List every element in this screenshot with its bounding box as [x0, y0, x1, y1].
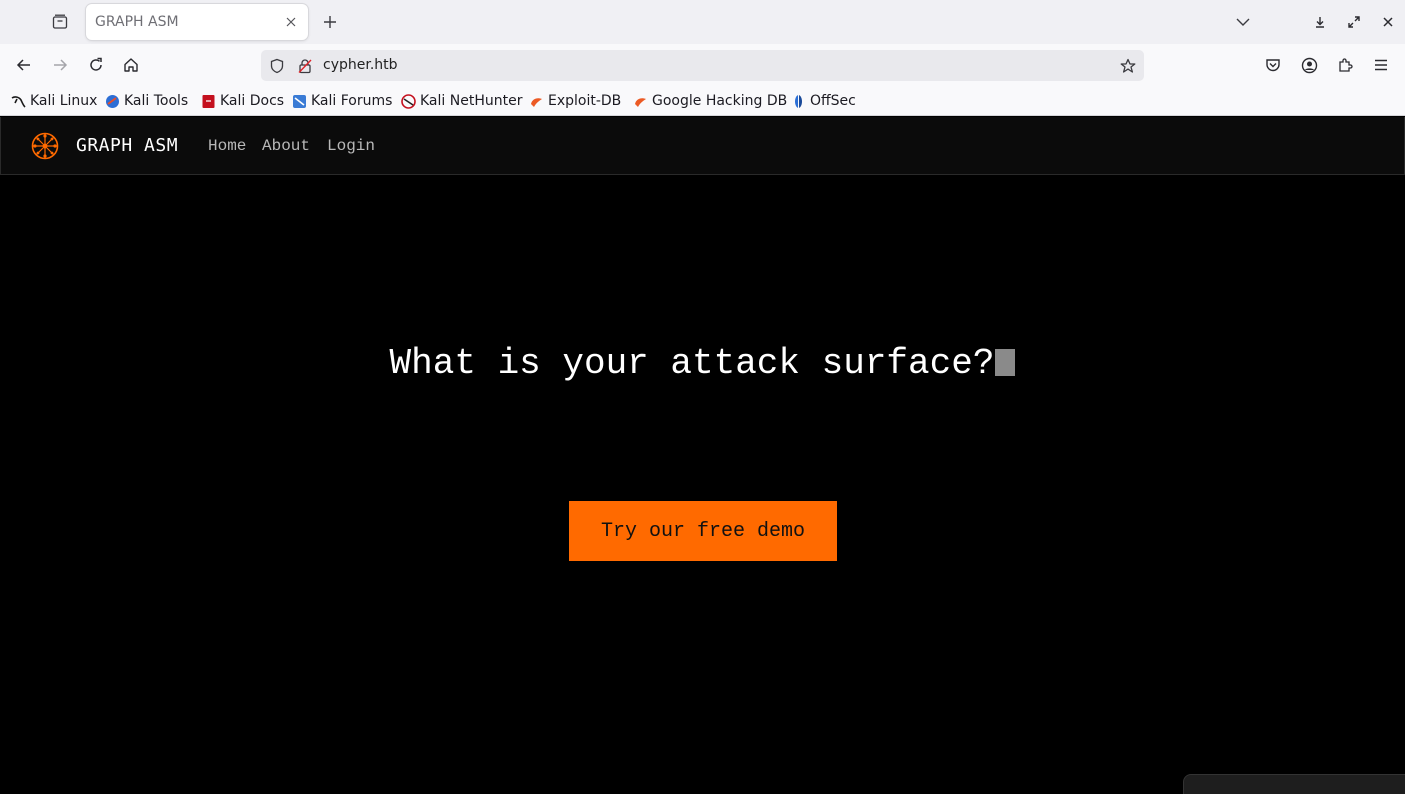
- bookmarks-toolbar: Kali Linux Kali Tools Kali Docs Kali For…: [0, 86, 1405, 116]
- extensions-icon[interactable]: [1333, 53, 1357, 77]
- active-tab[interactable]: GRAPH ASM: [86, 4, 308, 40]
- bookmark-kali-nethunter[interactable]: Kali NetHunter: [401, 91, 522, 111]
- free-demo-button[interactable]: Try our free demo: [569, 501, 837, 561]
- bookmark-kali-docs[interactable]: Kali Docs: [201, 91, 284, 111]
- bookmark-label: Exploit-DB: [548, 93, 622, 109]
- bookmark-kali-linux[interactable]: Kali Linux: [11, 91, 97, 111]
- maximize-icon[interactable]: [1342, 10, 1366, 34]
- site-header: GRAPH ASM Home About Login: [0, 117, 1405, 175]
- tracking-shield-icon[interactable]: [267, 56, 287, 76]
- hero-headline-wrap: What is your attack surface?: [390, 343, 1016, 384]
- reload-icon[interactable]: [84, 53, 108, 77]
- typing-cursor: [995, 349, 1016, 376]
- bookmark-label: Google Hacking DB: [652, 93, 788, 109]
- nav-about-link[interactable]: About: [262, 137, 310, 155]
- kali-forums-icon: [293, 94, 306, 108]
- bookmark-label: OffSec: [810, 93, 856, 109]
- close-tab-icon[interactable]: [282, 13, 300, 31]
- browser-tab-bar: GRAPH ASM: [0, 0, 1405, 44]
- nav-login-link[interactable]: Login: [327, 137, 375, 155]
- tab-title: GRAPH ASM: [95, 14, 179, 30]
- ghdb-icon: [635, 97, 646, 107]
- minimize-icon[interactable]: [1308, 10, 1332, 34]
- bookmark-exploit-db[interactable]: Exploit-DB: [529, 91, 621, 111]
- offsec-icon: [795, 94, 802, 108]
- tab-list-icon[interactable]: [48, 10, 72, 34]
- bookmark-label: Kali NetHunter: [420, 93, 523, 109]
- bookmark-star-icon[interactable]: [1118, 56, 1138, 76]
- bookmark-label: Kali Linux: [30, 93, 98, 109]
- close-window-icon[interactable]: [1376, 10, 1400, 34]
- new-tab-icon[interactable]: [318, 10, 342, 34]
- hero-headline: What is your attack surface?: [389, 343, 995, 384]
- browser-toolbar: cypher.htb: [0, 44, 1405, 86]
- bookmark-label: Kali Tools: [124, 93, 189, 109]
- bookmark-kali-forums[interactable]: Kali Forums: [292, 91, 392, 111]
- insecure-lock-icon[interactable]: [295, 56, 315, 76]
- back-icon[interactable]: [12, 53, 36, 77]
- bookmark-label: Kali Docs: [220, 93, 285, 109]
- bookmark-offsec[interactable]: OffSec: [791, 91, 856, 111]
- forward-icon[interactable]: [48, 53, 72, 77]
- page-viewport: GRAPH ASM Home About Login What is your …: [0, 117, 1405, 794]
- url-bar[interactable]: cypher.htb: [261, 50, 1144, 81]
- kali-nethunter-icon: [401, 93, 416, 109]
- hero-section: What is your attack surface?: [0, 343, 1405, 384]
- bookmark-kali-tools[interactable]: Kali Tools: [105, 91, 188, 111]
- menu-icon[interactable]: [1369, 53, 1393, 77]
- home-icon[interactable]: [119, 53, 143, 77]
- exploit-db-icon: [531, 97, 542, 107]
- bookmark-label: Kali Forums: [311, 93, 393, 109]
- account-icon[interactable]: [1297, 53, 1321, 77]
- site-brand[interactable]: GRAPH ASM: [76, 135, 178, 156]
- corner-popup-edge: [1183, 774, 1405, 794]
- list-all-tabs-icon[interactable]: [1231, 10, 1255, 34]
- bookmark-google-hacking-db[interactable]: Google Hacking DB: [633, 91, 787, 111]
- graph-logo-icon[interactable]: [30, 131, 60, 161]
- nav-home-link[interactable]: Home: [208, 137, 246, 155]
- url-text: cypher.htb: [323, 57, 398, 73]
- kali-dragon-icon: [11, 95, 26, 108]
- kali-tools-icon: [106, 94, 119, 108]
- kali-docs-icon: [202, 94, 215, 108]
- pocket-icon[interactable]: [1261, 53, 1285, 77]
